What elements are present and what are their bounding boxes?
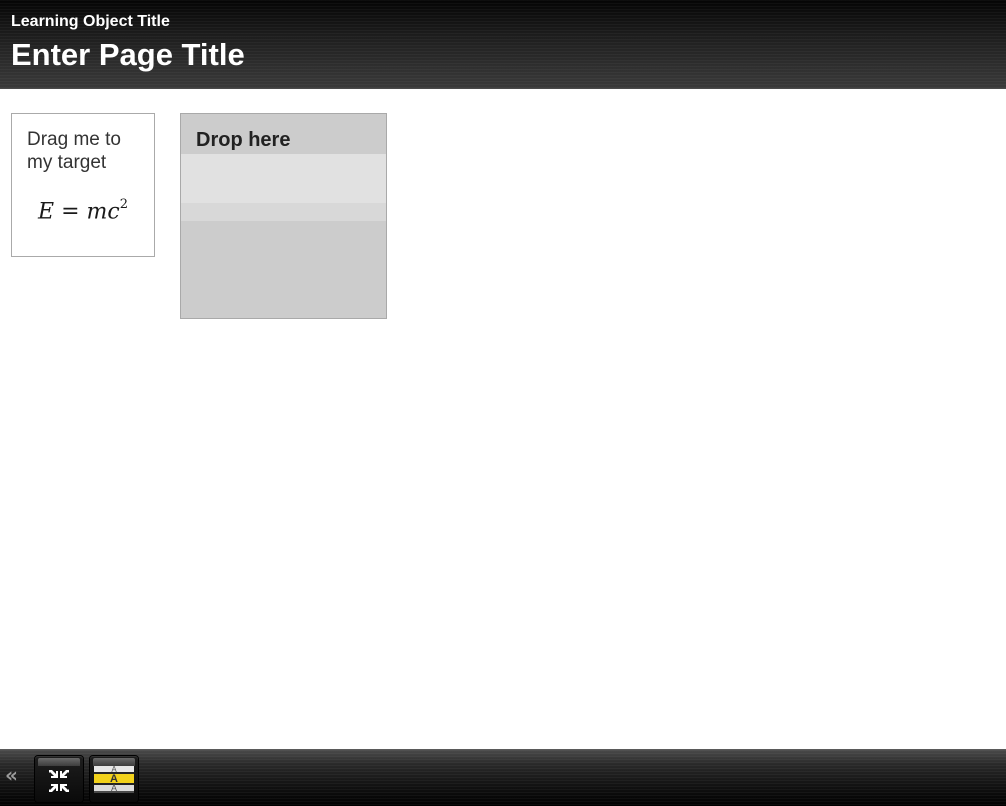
- draggable-item[interactable]: Drag me to my target E = mc2: [11, 113, 155, 257]
- equation-var-c: c: [107, 199, 120, 225]
- header-bar: Learning Object Title Enter Page Title: [0, 0, 1006, 89]
- equation-operator: =: [61, 199, 80, 225]
- exit-fullscreen-button[interactable]: [35, 756, 83, 802]
- learning-object-title: Learning Object Title: [11, 13, 170, 30]
- drop-target[interactable]: Drop here: [180, 113, 387, 319]
- text-size-button[interactable]: A A A: [90, 756, 138, 802]
- drop-slot[interactable]: [181, 154, 386, 203]
- equation-lhs: E: [38, 199, 55, 225]
- double-chevron-left-icon[interactable]: «: [5, 765, 18, 785]
- equation-exponent: 2: [119, 197, 128, 212]
- svg-text:A: A: [111, 783, 117, 793]
- page-title: Enter Page Title: [11, 37, 245, 72]
- drag-item-text: Drag me to my target: [27, 129, 121, 173]
- drop-target-label: Drop here: [196, 129, 291, 151]
- compress-arrows-icon: [49, 770, 69, 792]
- equation-var-m: m: [86, 199, 108, 225]
- text-size-icon: A A A: [94, 765, 134, 793]
- footer-toolbar: « A A A: [0, 749, 1006, 806]
- drop-slot-divider: [181, 203, 386, 221]
- equation: E = mc2: [38, 194, 128, 225]
